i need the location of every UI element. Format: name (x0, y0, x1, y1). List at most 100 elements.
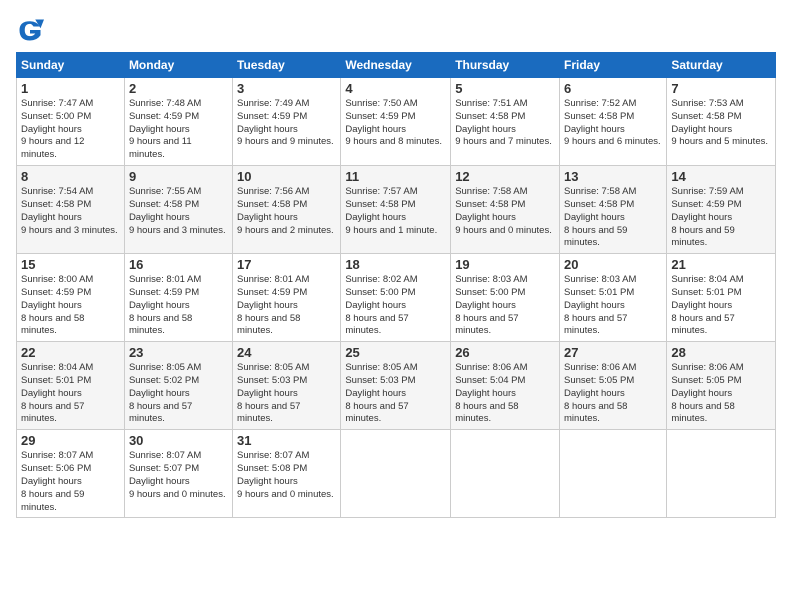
day-info: Sunrise: 8:04 AM Sunset: 5:01 PM Dayligh… (21, 362, 120, 426)
week-row-3: 15 Sunrise: 8:00 AM Sunset: 4:59 PM Dayl… (17, 254, 776, 342)
day-info: Sunrise: 8:01 AM Sunset: 4:59 PM Dayligh… (129, 274, 228, 338)
day-number: 13 (564, 169, 662, 184)
day-cell: 31 Sunrise: 8:07 AM Sunset: 5:08 PM Dayl… (233, 430, 341, 518)
week-row-1: 1 Sunrise: 7:47 AM Sunset: 5:00 PM Dayli… (17, 78, 776, 166)
day-info: Sunrise: 7:55 AM Sunset: 4:58 PM Dayligh… (129, 186, 228, 237)
day-cell: 7 Sunrise: 7:53 AM Sunset: 4:58 PM Dayli… (667, 78, 776, 166)
day-number: 30 (129, 433, 228, 448)
day-info: Sunrise: 8:06 AM Sunset: 5:04 PM Dayligh… (455, 362, 555, 426)
day-info: Sunrise: 7:59 AM Sunset: 4:59 PM Dayligh… (671, 186, 771, 250)
day-info: Sunrise: 8:02 AM Sunset: 5:00 PM Dayligh… (345, 274, 446, 338)
day-number: 3 (237, 81, 336, 96)
day-cell: 2 Sunrise: 7:48 AM Sunset: 4:59 PM Dayli… (124, 78, 232, 166)
day-number: 1 (21, 81, 120, 96)
day-cell: 27 Sunrise: 8:06 AM Sunset: 5:05 PM Dayl… (560, 342, 667, 430)
day-info: Sunrise: 7:58 AM Sunset: 4:58 PM Dayligh… (455, 186, 555, 237)
calendar-table: SundayMondayTuesdayWednesdayThursdayFrid… (16, 52, 776, 518)
day-info: Sunrise: 8:05 AM Sunset: 5:03 PM Dayligh… (237, 362, 336, 426)
week-row-5: 29 Sunrise: 8:07 AM Sunset: 5:06 PM Dayl… (17, 430, 776, 518)
day-number: 24 (237, 345, 336, 360)
day-cell (451, 430, 560, 518)
week-row-2: 8 Sunrise: 7:54 AM Sunset: 4:58 PM Dayli… (17, 166, 776, 254)
day-info: Sunrise: 8:00 AM Sunset: 4:59 PM Dayligh… (21, 274, 120, 338)
day-cell: 18 Sunrise: 8:02 AM Sunset: 5:00 PM Dayl… (341, 254, 451, 342)
day-number: 31 (237, 433, 336, 448)
day-number: 15 (21, 257, 120, 272)
day-cell: 15 Sunrise: 8:00 AM Sunset: 4:59 PM Dayl… (17, 254, 125, 342)
week-row-4: 22 Sunrise: 8:04 AM Sunset: 5:01 PM Dayl… (17, 342, 776, 430)
day-cell (341, 430, 451, 518)
header-wednesday: Wednesday (341, 53, 451, 78)
logo-icon (16, 16, 44, 44)
day-info: Sunrise: 8:06 AM Sunset: 5:05 PM Dayligh… (564, 362, 662, 426)
day-number: 9 (129, 169, 228, 184)
day-info: Sunrise: 8:07 AM Sunset: 5:08 PM Dayligh… (237, 450, 336, 501)
day-number: 7 (671, 81, 771, 96)
day-number: 20 (564, 257, 662, 272)
day-info: Sunrise: 7:49 AM Sunset: 4:59 PM Dayligh… (237, 98, 336, 149)
day-cell (667, 430, 776, 518)
day-cell: 6 Sunrise: 7:52 AM Sunset: 4:58 PM Dayli… (560, 78, 667, 166)
day-cell: 19 Sunrise: 8:03 AM Sunset: 5:00 PM Dayl… (451, 254, 560, 342)
day-info: Sunrise: 7:47 AM Sunset: 5:00 PM Dayligh… (21, 98, 120, 162)
day-number: 29 (21, 433, 120, 448)
day-cell: 13 Sunrise: 7:58 AM Sunset: 4:58 PM Dayl… (560, 166, 667, 254)
day-number: 27 (564, 345, 662, 360)
day-cell: 30 Sunrise: 8:07 AM Sunset: 5:07 PM Dayl… (124, 430, 232, 518)
day-number: 5 (455, 81, 555, 96)
day-info: Sunrise: 8:04 AM Sunset: 5:01 PM Dayligh… (671, 274, 771, 338)
day-info: Sunrise: 8:03 AM Sunset: 5:01 PM Dayligh… (564, 274, 662, 338)
day-info: Sunrise: 8:03 AM Sunset: 5:00 PM Dayligh… (455, 274, 555, 338)
logo (16, 16, 46, 44)
day-number: 17 (237, 257, 336, 272)
day-info: Sunrise: 7:52 AM Sunset: 4:58 PM Dayligh… (564, 98, 662, 149)
day-number: 14 (671, 169, 771, 184)
day-cell: 22 Sunrise: 8:04 AM Sunset: 5:01 PM Dayl… (17, 342, 125, 430)
day-number: 8 (21, 169, 120, 184)
day-cell: 26 Sunrise: 8:06 AM Sunset: 5:04 PM Dayl… (451, 342, 560, 430)
day-cell: 29 Sunrise: 8:07 AM Sunset: 5:06 PM Dayl… (17, 430, 125, 518)
day-cell: 14 Sunrise: 7:59 AM Sunset: 4:59 PM Dayl… (667, 166, 776, 254)
day-cell: 4 Sunrise: 7:50 AM Sunset: 4:59 PM Dayli… (341, 78, 451, 166)
day-cell: 8 Sunrise: 7:54 AM Sunset: 4:58 PM Dayli… (17, 166, 125, 254)
day-info: Sunrise: 7:51 AM Sunset: 4:58 PM Dayligh… (455, 98, 555, 149)
day-number: 19 (455, 257, 555, 272)
header-thursday: Thursday (451, 53, 560, 78)
day-cell: 3 Sunrise: 7:49 AM Sunset: 4:59 PM Dayli… (233, 78, 341, 166)
header-friday: Friday (560, 53, 667, 78)
day-number: 26 (455, 345, 555, 360)
day-number: 16 (129, 257, 228, 272)
day-info: Sunrise: 8:01 AM Sunset: 4:59 PM Dayligh… (237, 274, 336, 338)
day-cell: 16 Sunrise: 8:01 AM Sunset: 4:59 PM Dayl… (124, 254, 232, 342)
day-info: Sunrise: 7:53 AM Sunset: 4:58 PM Dayligh… (671, 98, 771, 149)
day-number: 11 (345, 169, 446, 184)
day-info: Sunrise: 7:58 AM Sunset: 4:58 PM Dayligh… (564, 186, 662, 250)
day-cell: 20 Sunrise: 8:03 AM Sunset: 5:01 PM Dayl… (560, 254, 667, 342)
header-saturday: Saturday (667, 53, 776, 78)
day-cell: 9 Sunrise: 7:55 AM Sunset: 4:58 PM Dayli… (124, 166, 232, 254)
day-cell: 12 Sunrise: 7:58 AM Sunset: 4:58 PM Dayl… (451, 166, 560, 254)
day-number: 22 (21, 345, 120, 360)
day-cell: 28 Sunrise: 8:06 AM Sunset: 5:05 PM Dayl… (667, 342, 776, 430)
day-cell: 5 Sunrise: 7:51 AM Sunset: 4:58 PM Dayli… (451, 78, 560, 166)
calendar-body: 1 Sunrise: 7:47 AM Sunset: 5:00 PM Dayli… (17, 78, 776, 518)
day-info: Sunrise: 8:06 AM Sunset: 5:05 PM Dayligh… (671, 362, 771, 426)
calendar-header-row: SundayMondayTuesdayWednesdayThursdayFrid… (17, 53, 776, 78)
day-info: Sunrise: 8:05 AM Sunset: 5:02 PM Dayligh… (129, 362, 228, 426)
day-cell: 21 Sunrise: 8:04 AM Sunset: 5:01 PM Dayl… (667, 254, 776, 342)
day-info: Sunrise: 7:48 AM Sunset: 4:59 PM Dayligh… (129, 98, 228, 162)
day-cell (560, 430, 667, 518)
day-cell: 10 Sunrise: 7:56 AM Sunset: 4:58 PM Dayl… (233, 166, 341, 254)
day-cell: 25 Sunrise: 8:05 AM Sunset: 5:03 PM Dayl… (341, 342, 451, 430)
day-number: 28 (671, 345, 771, 360)
day-info: Sunrise: 7:57 AM Sunset: 4:58 PM Dayligh… (345, 186, 446, 237)
day-number: 25 (345, 345, 446, 360)
day-number: 4 (345, 81, 446, 96)
day-cell: 17 Sunrise: 8:01 AM Sunset: 4:59 PM Dayl… (233, 254, 341, 342)
day-cell: 1 Sunrise: 7:47 AM Sunset: 5:00 PM Dayli… (17, 78, 125, 166)
header-tuesday: Tuesday (233, 53, 341, 78)
day-info: Sunrise: 7:54 AM Sunset: 4:58 PM Dayligh… (21, 186, 120, 237)
day-cell: 24 Sunrise: 8:05 AM Sunset: 5:03 PM Dayl… (233, 342, 341, 430)
day-info: Sunrise: 7:50 AM Sunset: 4:59 PM Dayligh… (345, 98, 446, 149)
day-number: 2 (129, 81, 228, 96)
